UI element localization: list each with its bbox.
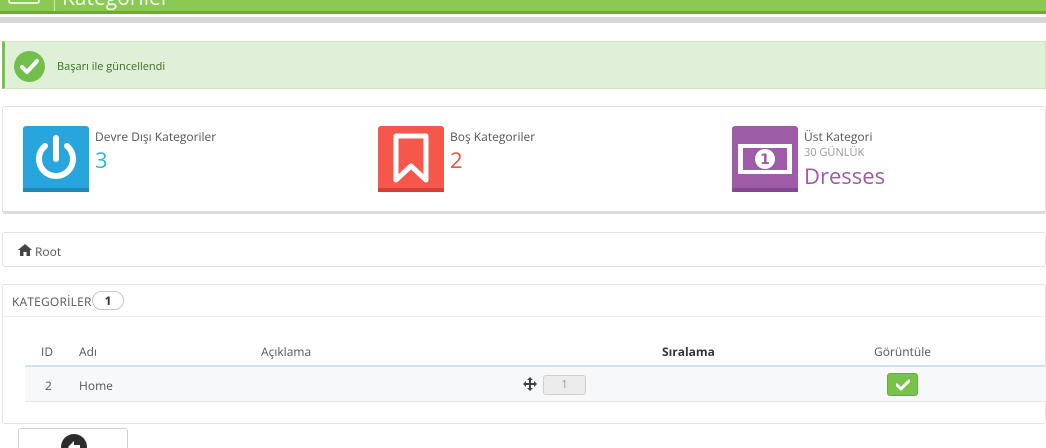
- count-badge: 1: [92, 291, 124, 310]
- kpi-label: Boş Kategoriler: [450, 128, 536, 145]
- kpi-sublabel: 30 GÜNLÜK: [804, 145, 865, 160]
- power-icon: [23, 126, 89, 192]
- check-circle-icon: [14, 51, 45, 82]
- column-header-position[interactable]: Sıralama: [662, 343, 715, 360]
- kpi-panel: Devre Dışı Kategoriler 3 Boş Kategoriler…: [2, 106, 1046, 214]
- success-alert: Başarı ile güncellendi: [2, 41, 1046, 89]
- header-subbar: [0, 17, 1046, 23]
- page-header-bar: Kategoriler: [0, 0, 1046, 14]
- breadcrumb-root-link[interactable]: Root: [35, 243, 61, 260]
- kpi-value: 3: [95, 145, 108, 175]
- table-row[interactable]: 2 Home 1: [25, 367, 1046, 402]
- column-header-displayed[interactable]: Görüntüle: [874, 343, 931, 360]
- arrow-left-circle-icon: [61, 434, 87, 448]
- alert-message: Başarı ile güncellendi: [57, 59, 166, 74]
- panel-title: KATEGORİLER: [12, 293, 92, 310]
- categories-panel-header: KATEGORİLER 1: [3, 285, 1045, 317]
- page-title: Kategoriler: [62, 0, 169, 10]
- kpi-value: 2: [450, 145, 463, 175]
- column-header-name[interactable]: Adı: [79, 343, 97, 360]
- bookmark-icon: [378, 126, 444, 192]
- cell-id: 2: [45, 377, 52, 394]
- breadcrumb: Root: [2, 232, 1046, 267]
- kpi-label: Üst Kategori: [804, 128, 873, 145]
- drag-handle-icon[interactable]: [523, 377, 537, 395]
- back-to-list-button[interactable]: [18, 428, 128, 448]
- column-header-description[interactable]: Açıklama: [261, 343, 311, 360]
- column-header-id[interactable]: ID: [41, 343, 53, 360]
- banknote-icon: 1: [732, 126, 798, 192]
- svg-text:1: 1: [760, 152, 770, 168]
- kpi-label: Devre Dışı Kategoriler: [95, 128, 217, 145]
- categories-panel: KATEGORİLER 1 ID Adı Açıklama Sıralama G…: [2, 284, 1046, 424]
- kpi-value: Dresses: [804, 161, 886, 191]
- displayed-toggle-button[interactable]: [887, 373, 918, 396]
- position-input[interactable]: 1: [543, 375, 586, 395]
- header-toolbar-button[interactable]: [8, 0, 40, 4]
- cell-name[interactable]: Home: [79, 377, 113, 394]
- header-separator: [54, 0, 55, 11]
- home-icon: [18, 243, 32, 260]
